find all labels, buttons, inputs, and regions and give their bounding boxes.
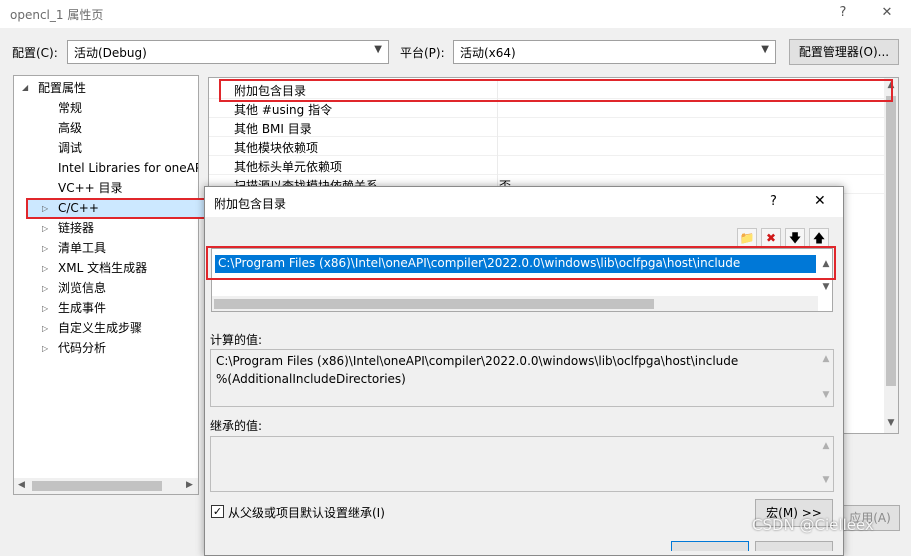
ok-button-partial[interactable] — [671, 541, 749, 551]
grid-column-divider — [497, 137, 498, 156]
collapsed-triangle-icon[interactable]: ▷ — [42, 244, 48, 253]
collapsed-triangle-icon[interactable]: ▷ — [42, 324, 48, 333]
new-line-button[interactable]: 📁 — [737, 228, 757, 248]
tree-hscrollbar[interactable]: ◀ ▶ — [14, 478, 198, 494]
inherited-values-label: 继承的值: — [210, 419, 263, 433]
computed-line-2: %(AdditionalIncludeDirectories) — [216, 372, 406, 386]
grid-column-divider — [497, 118, 498, 137]
inherited-scroll-down-icon: ▼ — [822, 475, 830, 485]
chevron-down-icon: ▼ — [374, 44, 382, 55]
dialog-help-button[interactable]: ? — [770, 194, 777, 209]
platform-select-value: 活动(x64) — [460, 46, 516, 60]
grid-column-divider — [497, 156, 498, 175]
delete-button[interactable]: ✖ — [761, 228, 781, 248]
grid-row-name: 其他 BMI 目录 — [234, 122, 312, 136]
config-manager-button[interactable]: 配置管理器(O)... — [789, 39, 899, 65]
include-dirs-dialog: 附加包含目录 ? ✕ 📁 ✖ 🡇 🡅 C:\Program Files (x86… — [204, 186, 844, 556]
list-hscroll-thumb[interactable] — [214, 299, 654, 309]
dialog-title: 附加包含目录 — [214, 197, 287, 211]
grid-row[interactable]: 其他标头单元依赖项 — [209, 156, 885, 175]
tree-item-debugging[interactable]: 调试 — [58, 138, 82, 158]
list-hscrollbar[interactable] — [212, 296, 818, 311]
window-title: opencl_1 属性页 — [10, 8, 104, 22]
tree-item-build-events[interactable]: 生成事件 — [58, 298, 106, 318]
tree-item-manifest-tool[interactable]: 清单工具 — [58, 238, 106, 258]
help-button[interactable]: ? — [828, 2, 858, 24]
inherit-checkbox-label[interactable]: 从父级或项目默认设置继承(I) — [228, 504, 385, 521]
grid-vscrollbar[interactable]: ▲ ▼ — [884, 78, 898, 433]
inherited-values-box: ▲ ▼ — [210, 436, 834, 492]
tree-item-general[interactable]: 常规 — [58, 98, 82, 118]
arrow-down-icon: 🡇 — [788, 231, 802, 245]
chevron-down-icon: ▼ — [761, 44, 769, 55]
grid-row[interactable]: 其他模块依赖项 — [209, 137, 885, 156]
scroll-left-icon[interactable]: ◀ — [18, 480, 25, 490]
property-pages-window: opencl_1 属性页 ? ✕ 配置(C): 活动(Debug) ▼ 平台(P… — [0, 0, 911, 556]
list-scroll-down-icon[interactable]: ▼ — [819, 282, 833, 292]
grid-row-name: 其他标头单元依赖项 — [234, 160, 343, 174]
red-highlight-include-dirs — [219, 79, 893, 102]
new-folder-icon: 📁 — [739, 231, 755, 245]
collapsed-triangle-icon[interactable]: ▷ — [42, 284, 48, 293]
config-label: 配置(C): — [12, 46, 58, 60]
inherit-checkbox[interactable]: ✓ — [211, 505, 224, 518]
tree-item-linker[interactable]: 链接器 — [58, 218, 94, 238]
computed-line-1: C:\Program Files (x86)\Intel\oneAPI\comp… — [216, 354, 739, 368]
platform-select[interactable]: 活动(x64) ▼ — [453, 40, 776, 64]
collapsed-triangle-icon[interactable]: ▷ — [42, 344, 48, 353]
tree-item-custom-build-step[interactable]: 自定义生成步骤 — [58, 318, 142, 338]
config-select[interactable]: 活动(Debug) ▼ — [67, 40, 389, 64]
checkmark-icon: ✓ — [212, 505, 223, 518]
dialog-close-button[interactable]: ✕ — [814, 193, 826, 209]
computed-values-label: 计算的值: — [210, 333, 263, 347]
tree-item-advanced[interactable]: 高级 — [58, 118, 82, 138]
computed-scroll-up-icon: ▲ — [822, 354, 830, 364]
property-tree: ◢ 配置属性 常规 高级 调试 Intel Libraries for oneA… — [13, 75, 208, 495]
tree-item-xml-doc-generator[interactable]: XML 文档生成器 — [58, 258, 147, 278]
tree-root-config-properties[interactable]: 配置属性 — [38, 78, 86, 98]
move-down-button[interactable]: 🡇 — [785, 228, 805, 248]
platform-label: 平台(P): — [400, 46, 445, 60]
red-highlight-list-entry — [206, 246, 836, 280]
computed-scroll-down-icon: ▼ — [822, 390, 830, 400]
tree-item-code-analysis[interactable]: 代码分析 — [58, 338, 106, 358]
tree-item-vc-directories[interactable]: VC++ 目录 — [58, 178, 123, 198]
watermark: CSDN @Cielleex — [752, 516, 874, 534]
collapsed-triangle-icon[interactable]: ▷ — [42, 304, 48, 313]
close-button[interactable]: ✕ — [872, 2, 902, 24]
delete-x-icon: ✖ — [765, 231, 777, 245]
tree-item-intel-libraries[interactable]: Intel Libraries for oneAPI — [58, 158, 198, 178]
dialog-title-bar: 附加包含目录 ? ✕ — [205, 187, 843, 217]
title-bar: opencl_1 属性页 ? ✕ — [0, 0, 911, 28]
arrow-up-icon: 🡅 — [812, 231, 826, 245]
grid-row[interactable]: 其他 BMI 目录 — [209, 118, 885, 137]
collapsed-triangle-icon[interactable]: ▷ — [42, 264, 48, 273]
scroll-right-icon[interactable]: ▶ — [186, 480, 193, 490]
cancel-button-partial[interactable] — [755, 541, 833, 551]
grid-vscroll-thumb[interactable] — [886, 96, 896, 386]
grid-row-name: 其他 #using 指令 — [234, 103, 333, 117]
scroll-down-icon[interactable]: ▼ — [884, 418, 898, 428]
move-up-button[interactable]: 🡅 — [809, 228, 829, 248]
computed-values-box: C:\Program Files (x86)\Intel\oneAPI\comp… — [210, 349, 834, 407]
collapsed-triangle-icon[interactable]: ▷ — [42, 224, 48, 233]
grid-row-name: 其他模块依赖项 — [234, 141, 319, 155]
tree-hscroll-thumb[interactable] — [32, 481, 162, 491]
tree-item-browse-info[interactable]: 浏览信息 — [58, 278, 106, 298]
inherited-scroll-up-icon: ▲ — [822, 441, 830, 451]
config-select-value: 活动(Debug) — [74, 46, 147, 60]
expanded-triangle-icon[interactable]: ◢ — [22, 83, 28, 92]
red-highlight-c-cpp — [26, 198, 208, 219]
